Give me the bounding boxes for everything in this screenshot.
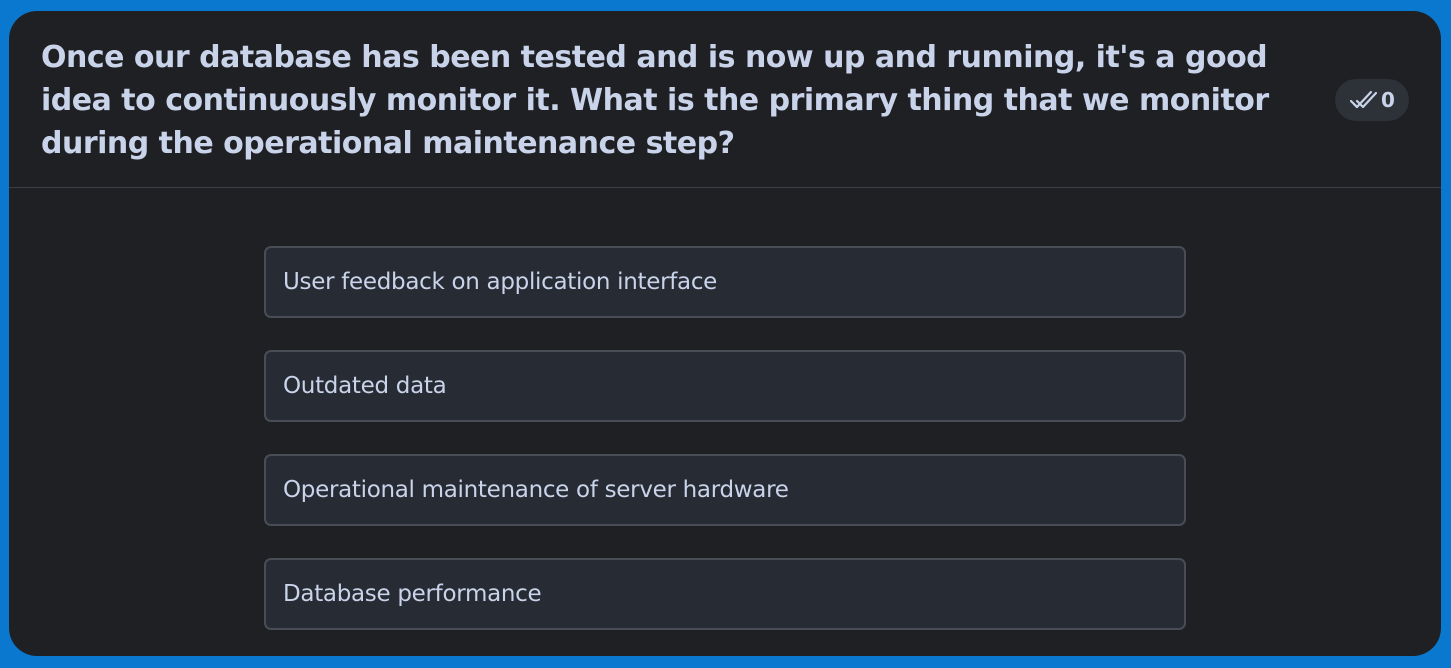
completion-badge: 0 — [1335, 79, 1409, 121]
question-card: Once our database has been tested and is… — [9, 11, 1441, 656]
answer-option[interactable]: Outdated data — [264, 350, 1186, 422]
answer-option-label: Outdated data — [283, 373, 447, 399]
completion-count: 0 — [1381, 88, 1395, 112]
double-check-icon — [1349, 89, 1378, 111]
question-header: Once our database has been tested and is… — [9, 11, 1441, 188]
answer-option[interactable]: User feedback on application interface — [264, 246, 1186, 318]
answer-option[interactable]: Operational maintenance of server hardwa… — [264, 454, 1186, 526]
answer-options: User feedback on application interface O… — [264, 246, 1186, 630]
answer-option-label: Operational maintenance of server hardwa… — [283, 477, 789, 503]
answer-option[interactable]: Database performance — [264, 558, 1186, 630]
question-text: Once our database has been tested and is… — [41, 40, 1269, 161]
answer-option-label: User feedback on application interface — [283, 269, 718, 295]
answer-option-label: Database performance — [283, 581, 542, 607]
